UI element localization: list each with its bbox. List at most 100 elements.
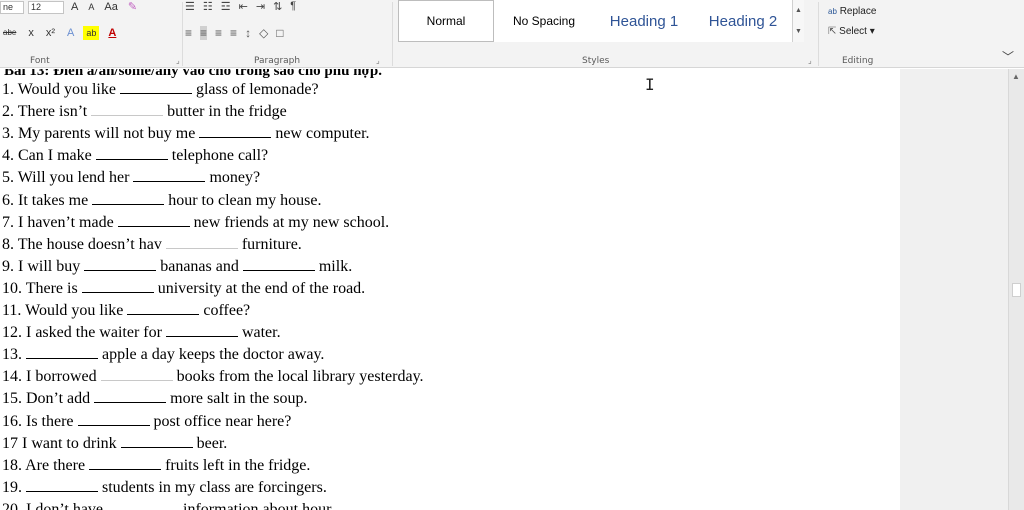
- grow-font-button[interactable]: A: [68, 0, 81, 14]
- cursor-arrow-icon: ⇱: [828, 26, 837, 37]
- bullets-icon[interactable]: ☰: [185, 0, 195, 13]
- shading-icon[interactable]: ◇: [259, 26, 268, 40]
- decrease-indent-icon[interactable]: ⇤: [239, 0, 248, 13]
- style-heading-2[interactable]: Heading 2: [694, 0, 792, 42]
- font-color-icon[interactable]: A: [105, 26, 119, 40]
- style-heading-1[interactable]: Heading 1: [594, 0, 694, 42]
- answer-blank[interactable]: [26, 480, 98, 492]
- scroll-up-icon[interactable]: ▲: [1012, 72, 1020, 81]
- group-divider: [392, 2, 393, 66]
- question-text-after: university at the end of the road.: [157, 279, 366, 297]
- question-text-before: 3. My parents will not buy me: [2, 125, 196, 143]
- style-no-spacing[interactable]: No Spacing: [494, 0, 594, 42]
- question-text-before: 18. Are there: [2, 456, 86, 474]
- change-case-button[interactable]: Aa: [101, 0, 120, 14]
- question-item: 3. My parents will not buy me new compute…: [2, 125, 370, 143]
- show-marks-icon[interactable]: ¶: [290, 0, 296, 13]
- answer-blank[interactable]: [127, 303, 200, 315]
- answer-blank[interactable]: [199, 126, 272, 139]
- question-item: 13. apple a day keeps the doctor away.: [2, 346, 324, 364]
- chevron-up-icon[interactable]: ▲: [795, 7, 802, 14]
- increase-indent-icon[interactable]: ⇥: [256, 0, 265, 13]
- question-text-after: post office near here?: [153, 412, 292, 430]
- font-dialog-launcher-icon[interactable]: ⌟: [176, 56, 180, 65]
- answer-blank[interactable]: [94, 391, 167, 404]
- sort-icon[interactable]: ⇅: [273, 0, 282, 13]
- select-button[interactable]: ⇱ Select ▾: [828, 26, 876, 37]
- answer-blank[interactable]: [91, 104, 164, 117]
- answer-blank[interactable]: [100, 369, 173, 382]
- question-text-before: 20. I don’t have: [2, 500, 104, 510]
- replace-button[interactable]: ab Replace: [828, 6, 876, 17]
- align-left-icon[interactable]: ≡: [185, 26, 192, 40]
- font-toolbar-row1: ne 12 A A Aa ✎: [0, 0, 140, 14]
- styles-dialog-launcher-icon[interactable]: ⌟: [808, 56, 812, 65]
- scroll-thumb[interactable]: [1012, 283, 1021, 297]
- text-effects-icon[interactable]: A: [64, 26, 77, 40]
- clear-formatting-icon[interactable]: ✎: [125, 0, 140, 14]
- question-text-before: 19.: [2, 478, 22, 496]
- question-text-after: new friends at my new school.: [193, 213, 390, 231]
- group-divider: [818, 2, 819, 66]
- answer-blank[interactable]: [77, 414, 150, 426]
- question-item: 9. I will buy bananas and milk.: [2, 258, 352, 276]
- question-text-after: milk.: [318, 257, 353, 275]
- line-spacing-icon[interactable]: ↕: [245, 26, 251, 40]
- question-item: 20. I don’t have information about hour: [2, 501, 331, 510]
- vertical-scrollbar[interactable]: ▲: [1008, 69, 1024, 510]
- question-item: 8. The house doesn’t hav furniture.: [2, 236, 302, 254]
- font-name-combo[interactable]: ne: [0, 0, 24, 14]
- font-toolbar-row2: abe x x² A ab A: [0, 26, 119, 40]
- answer-blank[interactable]: [89, 458, 162, 470]
- paragraph-dialog-launcher-icon[interactable]: ⌟: [376, 56, 380, 65]
- answer-blank[interactable]: [117, 215, 190, 227]
- answer-blank[interactable]: [107, 502, 179, 510]
- answer-blank[interactable]: [242, 259, 315, 271]
- ribbon: ne 12 A A Aa ✎ abe x x² A ab A Font ⌟ ☰ …: [0, 0, 1024, 68]
- numbering-icon[interactable]: ☷: [203, 0, 213, 13]
- answer-blank[interactable]: [119, 82, 192, 94]
- answer-blank[interactable]: [92, 193, 165, 205]
- question-text-before: 8. The house doesn’t hav: [2, 235, 162, 253]
- superscript-button[interactable]: x²: [43, 26, 58, 40]
- question-text-after: money?: [209, 169, 261, 187]
- question-item: 7. I haven’t made new friends at my new s…: [2, 214, 389, 232]
- replace-label: Replace: [839, 6, 877, 17]
- answer-blank[interactable]: [84, 259, 157, 271]
- question-text-after: more salt in the soup.: [170, 390, 308, 408]
- question-text-after: glass of lemonade?: [195, 81, 319, 98]
- subscript-button[interactable]: x: [25, 26, 37, 40]
- answer-blank[interactable]: [95, 148, 168, 161]
- borders-icon[interactable]: □: [276, 26, 283, 40]
- question-item: 19. students in my class are forcingers.: [2, 479, 327, 497]
- shrink-font-button[interactable]: A: [85, 0, 97, 14]
- chevron-down-icon[interactable]: ▼: [795, 28, 802, 35]
- align-right-icon[interactable]: ≡: [215, 26, 222, 40]
- question-text-after: students in my class are forcingers.: [102, 478, 327, 496]
- multilevel-list-icon[interactable]: ☲: [221, 0, 231, 13]
- answer-blank[interactable]: [120, 436, 193, 448]
- answer-blank[interactable]: [133, 170, 206, 183]
- answer-blank[interactable]: [26, 347, 98, 360]
- styles-scroll[interactable]: ▲ ▼: [792, 0, 804, 42]
- question-text-after: beer.: [196, 434, 228, 452]
- collapse-ribbon-icon[interactable]: ﹀: [1002, 48, 1014, 65]
- strikethrough-button[interactable]: abe: [0, 26, 19, 40]
- answer-blank[interactable]: [165, 237, 238, 249]
- answer-blank[interactable]: [81, 281, 154, 293]
- style-normal[interactable]: Normal: [398, 0, 494, 42]
- question-item: 18. Are there fruits left in the fridge.: [2, 457, 310, 475]
- answer-blank[interactable]: [165, 325, 238, 338]
- justify-icon[interactable]: ≡: [230, 26, 237, 40]
- document-page[interactable]: Bài 13: Điền a/an/some/any vào chỗ trống…: [0, 69, 900, 510]
- highlight-color-icon[interactable]: ab: [83, 26, 100, 40]
- question-text-before: 17 I want to drink: [2, 434, 117, 452]
- question-text-after: new computer.: [275, 125, 370, 143]
- question-text-before: 12. I asked the waiter for: [2, 324, 162, 342]
- font-size-combo[interactable]: 12: [28, 0, 64, 14]
- question-item: 4. Can I make telephone call?: [2, 147, 268, 165]
- align-center-icon[interactable]: ≡: [200, 26, 208, 40]
- question-text-after: books from the local library yesterday.: [176, 368, 424, 386]
- question-item: 5. Will you lend her money?: [2, 169, 260, 187]
- text-cursor-icon: I: [645, 75, 655, 94]
